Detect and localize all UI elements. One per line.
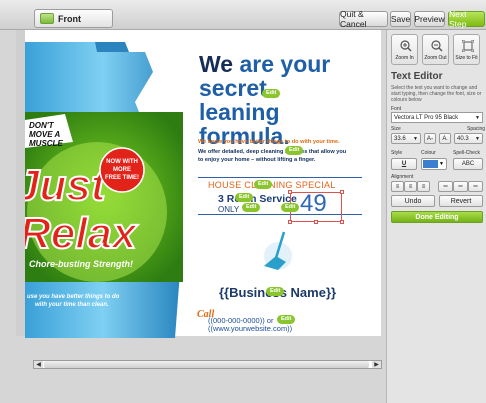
font-value: Vectora LT Pro 95 Black: [394, 115, 459, 121]
colour-swatch: [423, 160, 438, 168]
align-left-icon[interactable]: ≡: [391, 181, 404, 192]
resize-handle[interactable]: [314, 220, 318, 224]
canvas-margin: [16, 30, 25, 346]
done-editing-button[interactable]: Done Editing: [391, 211, 483, 223]
size-to-fit-button[interactable]: Size to Fit: [453, 34, 480, 65]
bottle-tagline-1: DON'T: [29, 121, 55, 130]
edit-button-price[interactable]: Edit: [281, 203, 300, 212]
scroll-left-icon[interactable]: ◀: [34, 361, 43, 368]
edit-button-only[interactable]: Edit: [242, 203, 261, 212]
valign-top-icon[interactable]: ═: [438, 181, 453, 192]
spell-check-button[interactable]: ABC: [453, 158, 483, 170]
font-select[interactable]: Vectora LT Pro 95 Black ▼: [391, 112, 483, 123]
resize-handle[interactable]: [288, 190, 292, 194]
zoom-out-label: Zoom Out: [424, 55, 447, 61]
resize-handle[interactable]: [340, 220, 344, 224]
chevron-down-icon: ▼: [439, 161, 444, 167]
headline-secret: secret: [199, 75, 267, 101]
edit-button-contact[interactable]: Edit: [277, 315, 296, 324]
fit-screen-icon: [462, 40, 474, 52]
zoom-in-label: Zoom In: [395, 55, 414, 61]
preview-button[interactable]: Preview: [414, 11, 445, 27]
body-line-1: We offer detailed, deep cleaning service…: [198, 149, 347, 155]
size-to-fit-label: Size to Fit: [455, 55, 478, 61]
horizontal-scrollbar[interactable]: ◀ ▶: [33, 360, 382, 369]
increase-size-button[interactable]: A +: [424, 133, 436, 144]
valign-bottom-icon[interactable]: ═: [468, 181, 483, 192]
underline-button[interactable]: U: [391, 158, 417, 170]
edit-button-service[interactable]: Edit: [235, 193, 254, 202]
headline-are-your: are your: [239, 51, 331, 77]
decrease-size-button[interactable]: A-: [439, 133, 451, 144]
spacing-select[interactable]: 40.3 ▼: [454, 133, 483, 144]
align-center-icon[interactable]: ≡: [404, 181, 417, 192]
bottle-badge-2: MORE: [113, 167, 131, 173]
undo-button[interactable]: Undo: [391, 195, 435, 207]
alignment-label: Alignment: [391, 174, 414, 180]
bottle-badge-1: NOW WITH: [106, 159, 138, 165]
bottle-footer-2: with your time than clean.: [35, 302, 109, 308]
resize-handle[interactable]: [340, 190, 344, 194]
tagline-text[interactable]: We know you have better things to do wit…: [198, 138, 370, 146]
headline[interactable]: We are your secret leaning formula.: [199, 52, 364, 148]
bottle-slogan: Chore-busting Strength!: [29, 259, 133, 269]
chevron-down-icon: ▼: [475, 115, 480, 121]
valign-middle-icon[interactable]: ═: [453, 181, 468, 192]
tab-front[interactable]: Front: [34, 9, 113, 28]
body-text[interactable]: We offer detailed, deep cleaning service…: [198, 148, 370, 164]
bottle-footer-1: use you have better things to do: [27, 294, 120, 300]
body-line-2: to enjoy your home – without lifting a f…: [198, 157, 316, 163]
spacing-label: Spacing: [467, 126, 486, 132]
save-button[interactable]: Save: [390, 11, 411, 27]
chevron-down-icon: ▼: [475, 135, 480, 142]
colour-label: Colour: [421, 150, 436, 156]
headline-cleaning: leaning: [199, 99, 280, 125]
tab-front-label: Front: [58, 13, 81, 24]
align-right-icon[interactable]: ≡: [417, 181, 430, 192]
mop-logo-icon: [264, 231, 292, 270]
next-step-button[interactable]: Next Step: [448, 9, 485, 29]
revert-button[interactable]: Revert: [439, 195, 483, 207]
resize-handle[interactable]: [288, 220, 292, 224]
bottle-tagline-3: MUSCLE: [29, 139, 63, 148]
chevron-down-icon: ▼: [413, 135, 418, 142]
page-icon: [40, 13, 54, 24]
bottle-brand-1: Just: [25, 161, 108, 210]
size-value: 33.6: [394, 135, 406, 142]
size-select[interactable]: 33.6 ▼: [391, 133, 421, 144]
panel-title: Text Editor: [391, 71, 443, 82]
bottle-badge-3: FREE TIME!: [105, 175, 139, 181]
zoom-in-icon: [400, 40, 412, 52]
zoom-in-button[interactable]: Zoom In: [391, 34, 418, 65]
spacing-value: 40.3: [457, 135, 469, 142]
headline-we: We: [199, 51, 234, 77]
spray-bottle-image: DON'T MOVE A MUSCLE Just Relax NOW WITH …: [25, 42, 183, 338]
bottle-brand-2: Relax: [25, 209, 138, 258]
spellcheck-label: Spell-Check: [453, 150, 480, 156]
edit-button-business[interactable]: Edit: [266, 287, 285, 296]
edit-button-special[interactable]: Edit: [254, 180, 273, 189]
colour-picker[interactable]: ▼: [421, 158, 447, 170]
zoom-out-icon: [431, 40, 443, 52]
panel-hint: Select the text you want to change and s…: [391, 85, 482, 103]
quit-cancel-button[interactable]: Quit & Cancel: [339, 9, 388, 29]
website-text[interactable]: ((www.yourwebsite.com)): [208, 324, 292, 333]
edit-button-body[interactable]: Edit: [285, 146, 304, 155]
scrollbar-thumb[interactable]: [44, 361, 369, 368]
edit-button-headline[interactable]: Edit: [262, 89, 281, 98]
style-label: Style: [391, 150, 403, 156]
text-editor-panel: Zoom In Zoom Out Size to Fit Text Editor…: [386, 30, 486, 403]
zoom-out-button[interactable]: Zoom Out: [422, 34, 449, 65]
only-text[interactable]: ONLY: [218, 205, 239, 214]
divider-top: [198, 177, 362, 178]
bottle-tagline-2: MOVE A: [29, 130, 60, 139]
scroll-right-icon[interactable]: ▶: [372, 361, 381, 368]
size-label: Size: [391, 126, 401, 132]
